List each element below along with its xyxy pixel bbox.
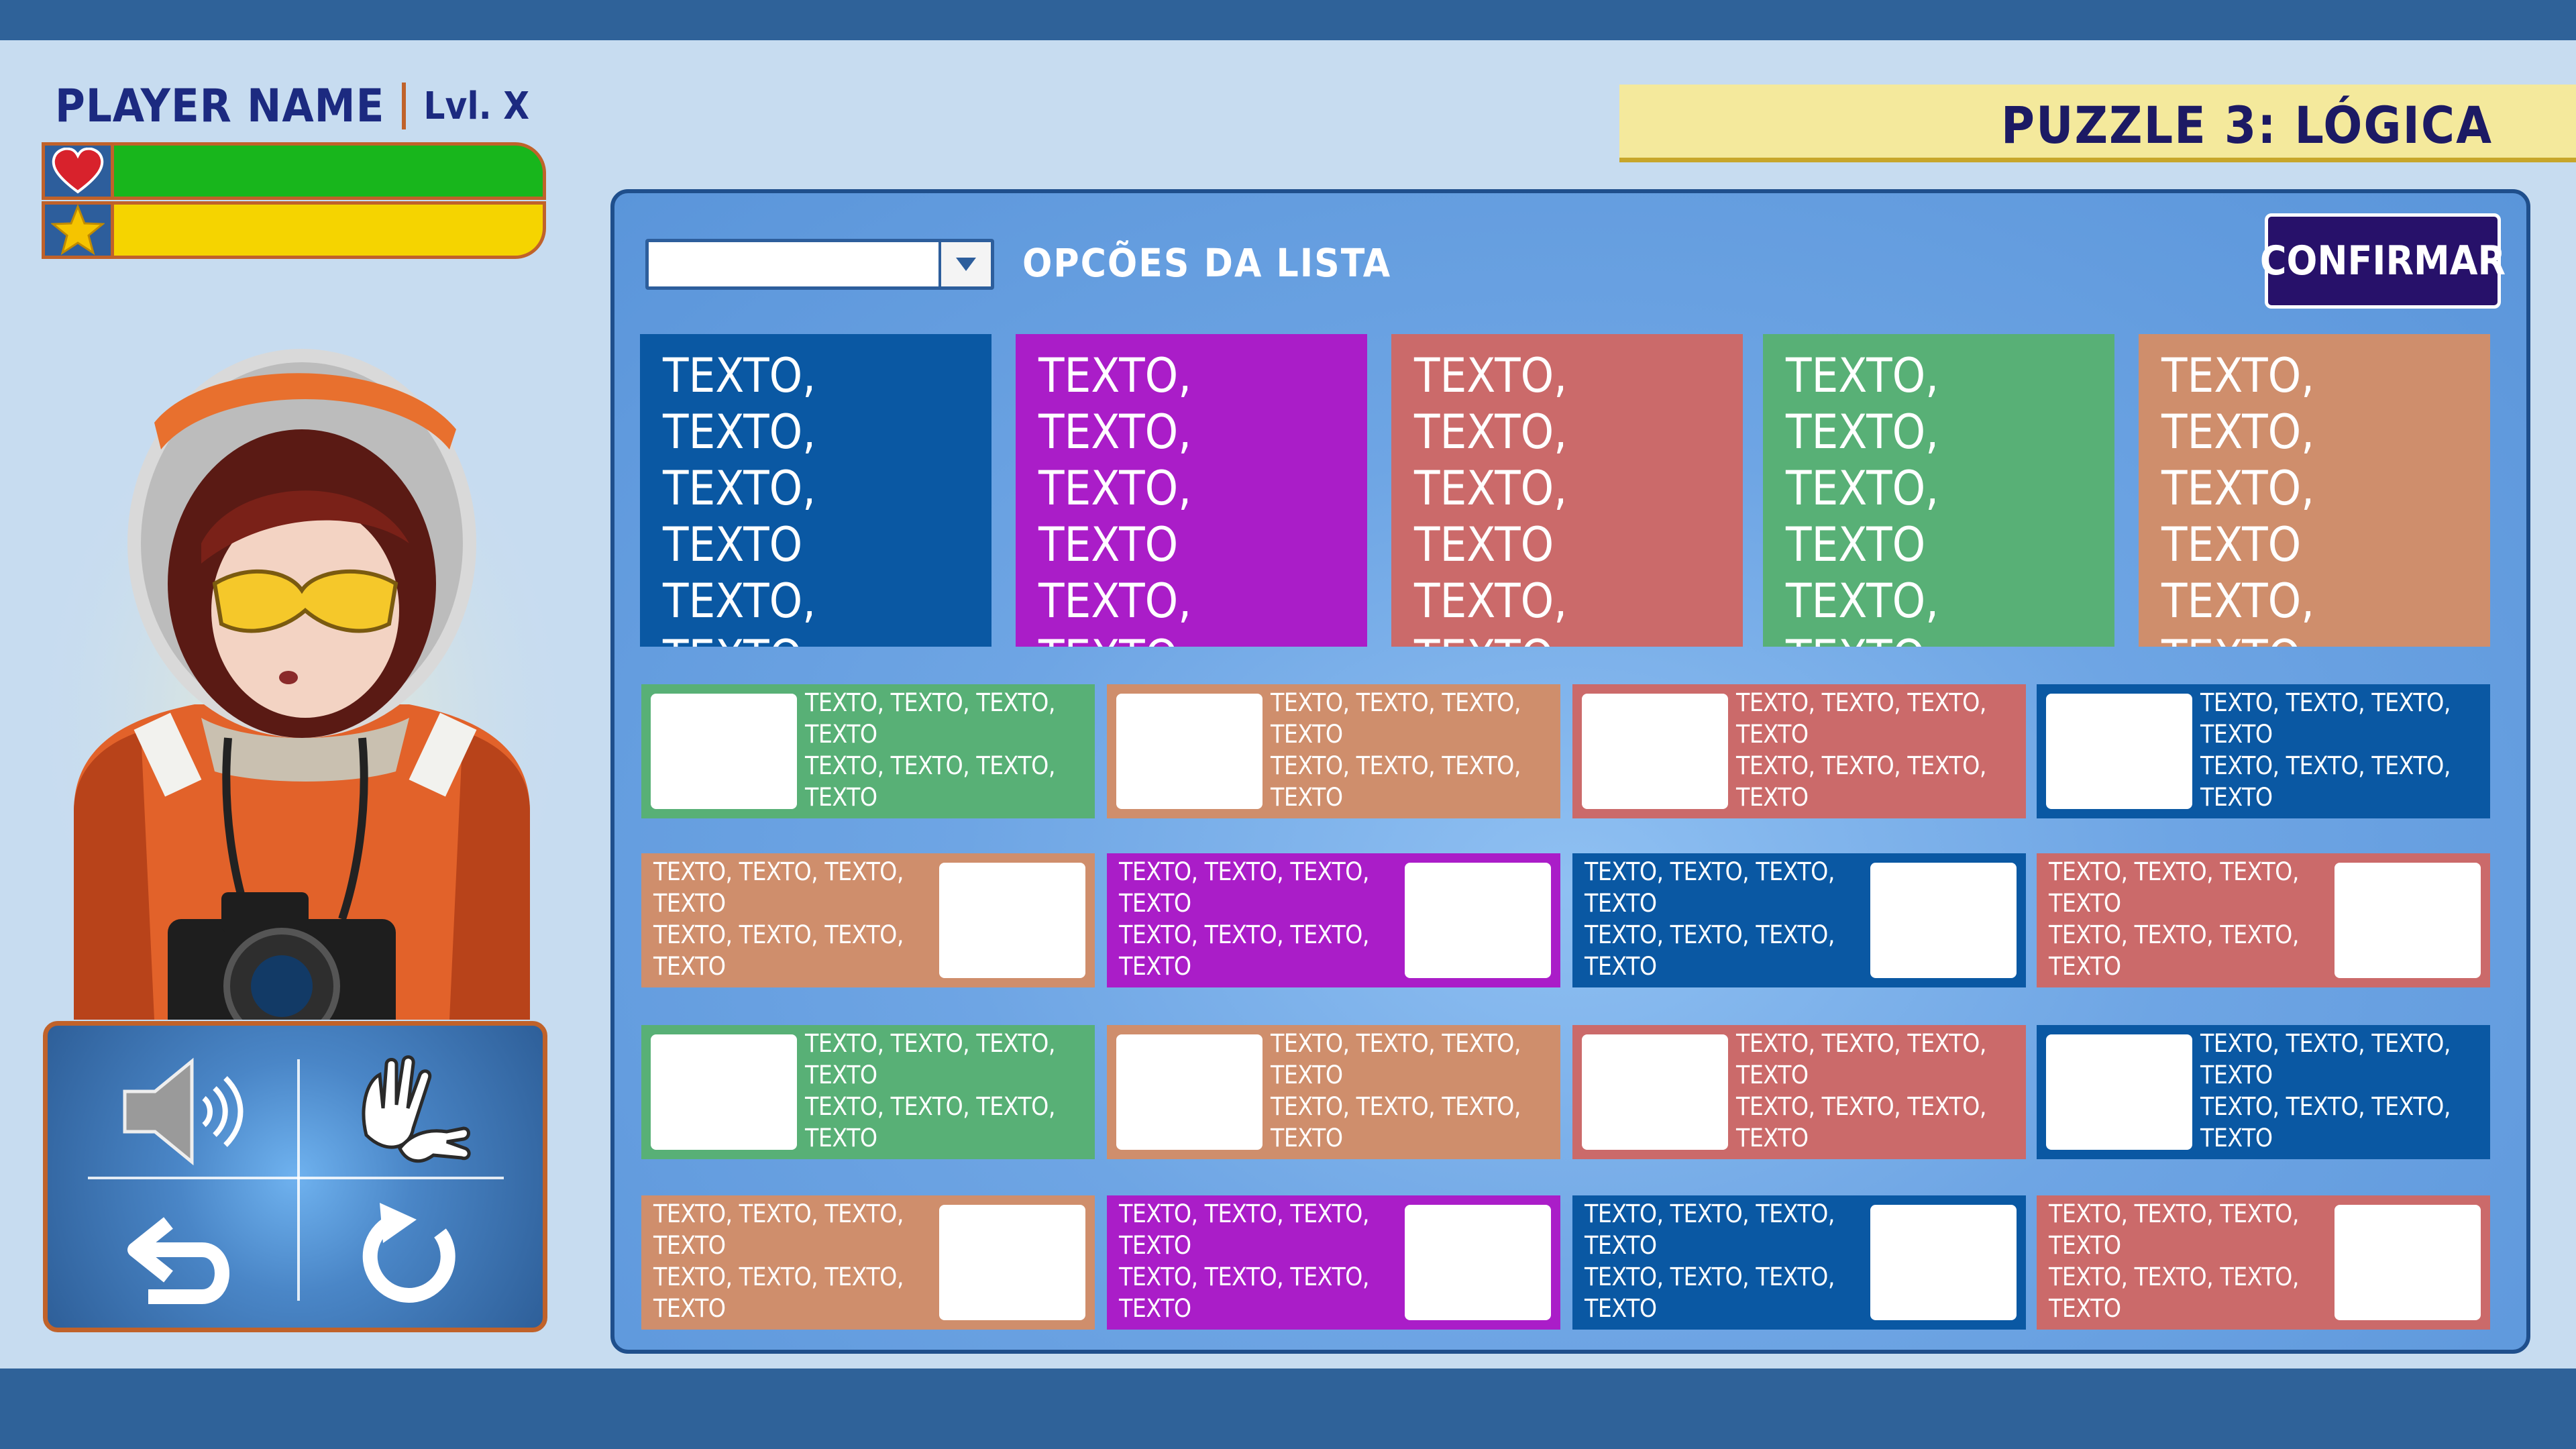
player-name: PLAYER NAME bbox=[55, 79, 385, 133]
sign-language-icon bbox=[346, 1055, 474, 1171]
card-text: TEXTO, TEXTO, TEXTO, TEXTO TEXTO, TEXTO,… bbox=[2049, 1199, 2299, 1330]
back-button[interactable] bbox=[115, 1197, 249, 1318]
control-divider-horizontal bbox=[88, 1177, 504, 1179]
image-slot[interactable] bbox=[1405, 1205, 1551, 1320]
clue-text: TEXTO, TEXTO, TEXTO, TEXTO TEXTO, TEXTO,… bbox=[1038, 348, 1192, 647]
option-card[interactable]: TEXTO, TEXTO, TEXTO, TEXTO TEXTO, TEXTO,… bbox=[2037, 1195, 2490, 1330]
option-card[interactable]: TEXTO, TEXTO, TEXTO, TEXTO TEXTO, TEXTO,… bbox=[1107, 1025, 1560, 1159]
image-slot[interactable] bbox=[1870, 863, 2017, 978]
clue-card: TEXTO, TEXTO, TEXTO, TEXTO TEXTO, TEXTO,… bbox=[1763, 334, 2114, 647]
list-options-label: OPCÕES DA LISTA bbox=[1022, 240, 1392, 286]
card-text: TEXTO, TEXTO, TEXTO, TEXTO TEXTO, TEXTO,… bbox=[1736, 688, 1986, 818]
confirm-button[interactable]: CONFIRMAR bbox=[2260, 213, 2506, 309]
card-text: TEXTO, TEXTO, TEXTO, TEXTO TEXTO, TEXTO,… bbox=[653, 1199, 904, 1330]
clue-text: TEXTO, TEXTO, TEXTO, TEXTO TEXTO, TEXTO,… bbox=[1786, 348, 1939, 647]
clue-card: TEXTO, TEXTO, TEXTO, TEXTO TEXTO, TEXTO,… bbox=[2139, 334, 2490, 647]
puzzle-title: PUZZLE 3: LÓGICA bbox=[2000, 95, 2493, 155]
image-slot[interactable] bbox=[1116, 1034, 1263, 1150]
clue-card: TEXTO, TEXTO, TEXTO, TEXTO TEXTO, TEXTO,… bbox=[1016, 334, 1367, 647]
image-slot[interactable] bbox=[2334, 1205, 2481, 1320]
option-card[interactable]: TEXTO, TEXTO, TEXTO, TEXTO TEXTO, TEXTO,… bbox=[1572, 1025, 2026, 1159]
card-text: TEXTO, TEXTO, TEXTO, TEXTO TEXTO, TEXTO,… bbox=[2200, 1029, 2451, 1159]
card-text: TEXTO, TEXTO, TEXTO, TEXTO TEXTO, TEXTO,… bbox=[1736, 1029, 1986, 1159]
clue-card: TEXTO, TEXTO, TEXTO, TEXTO TEXTO, TEXTO,… bbox=[1391, 334, 1743, 647]
option-card[interactable]: TEXTO, TEXTO, TEXTO, TEXTO TEXTO, TEXTO,… bbox=[2037, 1025, 2490, 1159]
clue-text: TEXTO, TEXTO, TEXTO, TEXTO TEXTO, TEXTO,… bbox=[2161, 348, 2315, 647]
image-slot[interactable] bbox=[1870, 1205, 2017, 1320]
card-text: TEXTO, TEXTO, TEXTO, TEXTO TEXTO, TEXTO,… bbox=[1585, 1199, 1835, 1330]
health-bar bbox=[42, 142, 546, 200]
option-card[interactable]: TEXTO, TEXTO, TEXTO, TEXTO TEXTO, TEXTO,… bbox=[641, 853, 1095, 987]
image-slot[interactable] bbox=[651, 694, 797, 809]
image-slot[interactable] bbox=[939, 863, 1085, 978]
image-slot[interactable] bbox=[1582, 694, 1728, 809]
option-card[interactable]: TEXTO, TEXTO, TEXTO, TEXTO TEXTO, TEXTO,… bbox=[1107, 853, 1560, 987]
status-bars bbox=[42, 142, 546, 263]
image-slot[interactable] bbox=[1582, 1034, 1728, 1150]
puzzle-panel: OPCÕES DA LISTA CONFIRMAR TEXTO, TEXTO, … bbox=[610, 189, 2530, 1354]
card-text: TEXTO, TEXTO, TEXTO, TEXTO TEXTO, TEXTO,… bbox=[1119, 1199, 1369, 1330]
card-text: TEXTO, TEXTO, TEXTO, TEXTO TEXTO, TEXTO,… bbox=[805, 1029, 1055, 1159]
clue-text: TEXTO, TEXTO, TEXTO, TEXTO TEXTO, TEXTO,… bbox=[1414, 348, 1568, 647]
clue-text: TEXTO, TEXTO, TEXTO, TEXTO TEXTO, TEXTO,… bbox=[663, 348, 816, 647]
heart-icon bbox=[42, 142, 114, 200]
option-card[interactable]: TEXTO, TEXTO, TEXTO, TEXTO TEXTO, TEXTO,… bbox=[1107, 1195, 1560, 1330]
speaker-icon bbox=[118, 1055, 246, 1171]
card-text: TEXTO, TEXTO, TEXTO, TEXTO TEXTO, TEXTO,… bbox=[1271, 688, 1521, 818]
option-card[interactable]: TEXTO, TEXTO, TEXTO, TEXTO TEXTO, TEXTO,… bbox=[641, 684, 1095, 818]
puzzle-title-bar: PUZZLE 3: LÓGICA bbox=[1619, 85, 2576, 162]
clue-card: TEXTO, TEXTO, TEXTO, TEXTO TEXTO, TEXTO,… bbox=[640, 334, 991, 647]
bottom-band bbox=[0, 1368, 2576, 1449]
sound-button[interactable] bbox=[115, 1053, 249, 1173]
star-icon bbox=[42, 201, 114, 259]
header-divider bbox=[402, 83, 407, 129]
restart-button[interactable] bbox=[343, 1197, 477, 1318]
image-slot[interactable] bbox=[651, 1034, 797, 1150]
options-dropdown[interactable] bbox=[645, 239, 994, 290]
refresh-icon bbox=[353, 1199, 467, 1316]
top-band bbox=[0, 0, 2576, 40]
card-text: TEXTO, TEXTO, TEXTO, TEXTO TEXTO, TEXTO,… bbox=[805, 688, 1055, 818]
player-level: Lvl. X bbox=[423, 84, 530, 128]
image-slot[interactable] bbox=[939, 1205, 1085, 1320]
option-card[interactable]: TEXTO, TEXTO, TEXTO, TEXTO TEXTO, TEXTO,… bbox=[1572, 684, 2026, 818]
player-header: PLAYER NAME Lvl. X bbox=[55, 79, 529, 133]
sign-language-button[interactable] bbox=[343, 1053, 477, 1173]
image-slot[interactable] bbox=[2046, 1034, 2192, 1150]
character-avatar bbox=[47, 342, 557, 1053]
card-text: TEXTO, TEXTO, TEXTO, TEXTO TEXTO, TEXTO,… bbox=[2200, 688, 2451, 818]
card-text: TEXTO, TEXTO, TEXTO, TEXTO TEXTO, TEXTO,… bbox=[1585, 857, 1835, 987]
option-card[interactable]: TEXTO, TEXTO, TEXTO, TEXTO TEXTO, TEXTO,… bbox=[2037, 684, 2490, 818]
option-card[interactable]: TEXTO, TEXTO, TEXTO, TEXTO TEXTO, TEXTO,… bbox=[1107, 684, 1560, 818]
undo-icon bbox=[121, 1203, 242, 1313]
option-card[interactable]: TEXTO, TEXTO, TEXTO, TEXTO TEXTO, TEXTO,… bbox=[1572, 853, 2026, 987]
image-slot[interactable] bbox=[2046, 694, 2192, 809]
control-pad bbox=[43, 1021, 547, 1332]
image-slot[interactable] bbox=[1116, 694, 1263, 809]
card-text: TEXTO, TEXTO, TEXTO, TEXTO TEXTO, TEXTO,… bbox=[653, 857, 904, 987]
card-text: TEXTO, TEXTO, TEXTO, TEXTO TEXTO, TEXTO,… bbox=[1271, 1029, 1521, 1159]
xp-bar bbox=[42, 201, 546, 259]
option-card[interactable]: TEXTO, TEXTO, TEXTO, TEXTO TEXTO, TEXTO,… bbox=[2037, 853, 2490, 987]
option-card[interactable]: TEXTO, TEXTO, TEXTO, TEXTO TEXTO, TEXTO,… bbox=[641, 1025, 1095, 1159]
option-card[interactable]: TEXTO, TEXTO, TEXTO, TEXTO TEXTO, TEXTO,… bbox=[1572, 1195, 2026, 1330]
card-text: TEXTO, TEXTO, TEXTO, TEXTO TEXTO, TEXTO,… bbox=[1119, 857, 1369, 987]
option-card[interactable]: TEXTO, TEXTO, TEXTO, TEXTO TEXTO, TEXTO,… bbox=[641, 1195, 1095, 1330]
chevron-down-icon[interactable] bbox=[938, 242, 991, 286]
control-divider-vertical bbox=[297, 1059, 300, 1301]
image-slot[interactable] bbox=[1405, 863, 1551, 978]
card-text: TEXTO, TEXTO, TEXTO, TEXTO TEXTO, TEXTO,… bbox=[2049, 857, 2299, 987]
image-slot[interactable] bbox=[2334, 863, 2481, 978]
